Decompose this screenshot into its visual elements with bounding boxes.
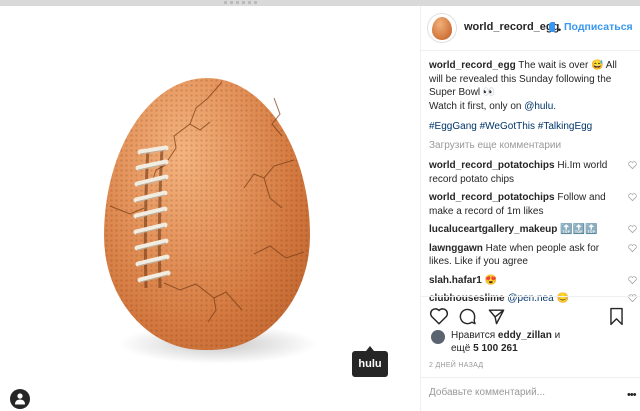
comment-icon[interactable] — [458, 307, 477, 326]
egg-image — [104, 78, 310, 350]
comment-item: lucaluceartgallery_makeup 🔝🔝🔝 — [429, 223, 637, 237]
user-tag-button[interactable] — [10, 389, 30, 409]
author-username[interactable]: world_record_egg — [464, 21, 559, 33]
likes-count-link[interactable]: 5 100 261 — [473, 343, 518, 354]
comment-heart-icon[interactable] — [628, 225, 637, 233]
product-tag-tooltip[interactable]: hulu — [352, 346, 388, 377]
comment-username[interactable]: lucaluceartgallery_makeup — [429, 224, 557, 235]
comments-list: world_record_egg The wait is over 😅 All … — [429, 59, 637, 311]
caption-mention-link[interactable]: @hulu — [524, 101, 553, 112]
comment-heart-icon[interactable] — [628, 161, 637, 169]
top-strip-marks — [224, 1, 260, 4]
comment-text: 😍 — [481, 274, 498, 286]
liker-username[interactable]: eddy_zillan — [498, 330, 552, 341]
caption-text-1: The wait is over — [515, 60, 592, 71]
comment-text: 🔝🔝🔝 — [557, 224, 598, 235]
comment-heart-icon[interactable] — [628, 275, 637, 284]
caption-emoji-2: 👀 — [482, 87, 496, 98]
load-more-comments-link[interactable]: Загрузить еще комментарии — [429, 139, 627, 153]
add-comment-bar: ••• — [421, 377, 640, 411]
comment-username[interactable]: lawnggawn — [429, 243, 483, 254]
comment-username[interactable]: slah.hafar1 — [429, 275, 482, 286]
caption-emoji-1: 😅 — [591, 60, 604, 71]
likes-prefix: Нравится — [451, 330, 498, 341]
comment-item: world_record_potatochips Follow and make… — [429, 191, 637, 218]
likes-more-prefix: ещё — [451, 343, 474, 354]
post-header: world_record_egg • Подписаться — [421, 6, 640, 51]
caption-text-3: Watch it first, only on — [429, 100, 525, 112]
user-tag-icon — [15, 393, 25, 405]
more-options-button[interactable]: ••• — [627, 389, 637, 401]
follow-button[interactable]: Подписаться — [564, 21, 633, 33]
caption-hashtags[interactable]: #EggGang #WeGotThis #TalkingEgg — [429, 120, 627, 134]
caption-text-4: . — [553, 100, 557, 112]
post-side-panel: world_record_egg • Подписаться world_rec… — [420, 6, 640, 411]
likes-line-1: Нравится eddy_zillan и — [451, 329, 560, 343]
heart-icon[interactable] — [429, 307, 449, 325]
liker-avatar[interactable] — [431, 330, 445, 344]
post-timestamp[interactable]: 2 ДНЕЙ НАЗАД — [429, 362, 483, 369]
bookmark-icon[interactable] — [609, 307, 624, 326]
comment-username[interactable]: world_record_potatochips — [429, 160, 555, 171]
add-comment-input[interactable] — [429, 387, 619, 398]
comment-heart-icon[interactable] — [628, 243, 637, 252]
post-action-bar — [421, 296, 640, 326]
avatar-egg — [432, 17, 452, 40]
comment-item: lawnggawn Hate when people ask for likes… — [429, 242, 637, 269]
caption-username[interactable]: world_record_egg — [429, 60, 516, 71]
likes-line-2: ещё 5 100 261 — [451, 342, 518, 356]
post-caption: world_record_egg The wait is over 😅 All … — [429, 59, 627, 113]
share-icon[interactable] — [487, 307, 506, 326]
comment-heart-icon[interactable] — [628, 193, 637, 201]
verified-badge-icon — [549, 22, 555, 32]
likes-suffix: и — [551, 330, 561, 341]
post-image[interactable]: hulu — [0, 6, 420, 411]
author-avatar[interactable] — [427, 13, 457, 43]
separator-dot: • — [558, 25, 562, 35]
comment-item: slah.hafar1 😍 — [429, 274, 637, 288]
comment-item: world_record_potatochips Hi.Im world rec… — [429, 159, 637, 186]
comment-username[interactable]: world_record_potatochips — [429, 192, 555, 203]
egg-cracks-and-laces — [109, 81, 305, 323]
